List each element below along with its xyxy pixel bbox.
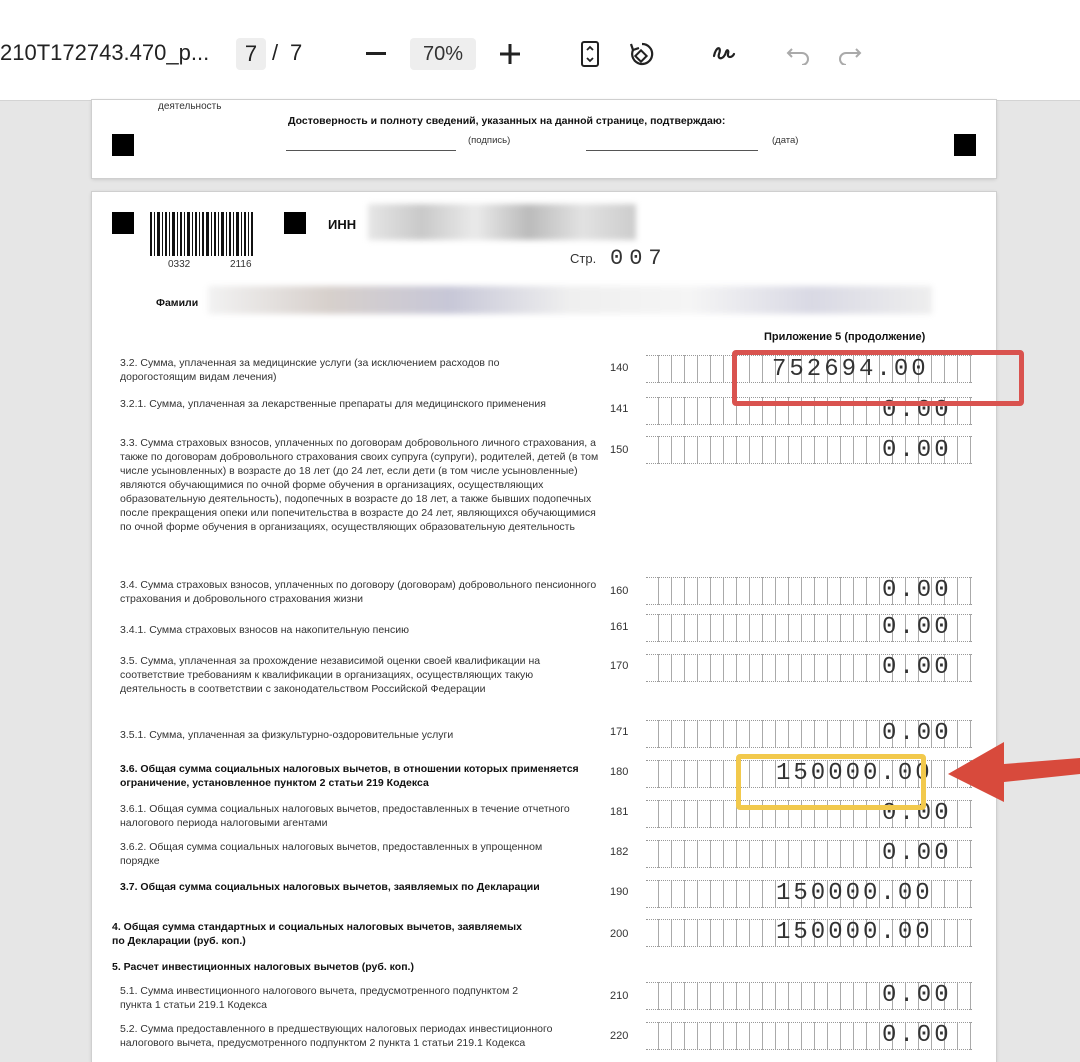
redo-button[interactable] [832,36,868,72]
row-label: 3.4. Сумма страховых взносов, уплаченных… [120,579,597,605]
red-arrow-icon [948,742,1080,802]
zoom-level[interactable]: 70% [410,38,476,70]
red-highlight-box [732,350,1024,406]
row-label: 3.4.1. Сумма страховых взносов на накопи… [120,624,409,636]
row-value: 0.00 [882,982,952,1009]
row-code: 182 [610,846,629,858]
row-code: 170 [610,660,629,672]
barcode-code-1: 0332 [168,259,191,270]
signature-line [286,150,456,151]
section-heading: 5. Расчет инвестиционных налоговых вычет… [112,961,414,973]
row-value: 0.00 [882,720,952,747]
date-line [586,150,758,151]
row-label: 3.6. Общая сумма социальных налоговых вы… [120,763,579,789]
page-number-input[interactable]: 7 [236,38,266,70]
date-label: (дата) [772,135,799,146]
redo-icon [839,48,862,65]
undo-button[interactable] [780,36,816,72]
signature-label: (подпись) [468,135,511,146]
row-label: 3.3. Сумма страховых взносов, уплаченных… [120,437,599,533]
row-code: 180 [610,766,629,778]
row-value: 150000.00 [776,919,933,946]
rotate-icon [629,42,654,66]
pdf-page: 0332 2116 ИНН Стр. 007 Фамили Приложение… [92,192,996,1062]
row-value: 0.00 [882,1022,952,1049]
barcode-icon [150,212,253,256]
barcode-code-2: 2116 [230,259,252,270]
zoom-out-icon [366,52,386,55]
row-code: 190 [610,886,629,898]
row-label: 3.5.1. Сумма, уплаченная за физкультурно… [120,729,454,741]
row-value: 0.00 [882,840,952,867]
row-code: 181 [610,806,629,818]
document-filename: 210T172743.470_p... [0,40,210,65]
row-code: 200 [610,928,629,940]
surname-label: Фамили [156,297,199,309]
row-code: 171 [610,726,629,738]
row-label: 4. Общая сумма стандартных и социальных … [112,921,522,947]
yellow-highlight-box [736,754,926,810]
row-value: 0.00 [882,654,952,681]
row-code: 140 [610,362,629,374]
marker-square [954,134,976,156]
row-label: 3.6.1. Общая сумма социальных налоговых … [120,803,570,829]
rotate-button[interactable] [624,36,660,72]
fit-page-button[interactable] [572,36,608,72]
row-value: 0.00 [882,437,952,464]
row-code: 161 [610,621,629,633]
zoom-out-button[interactable] [358,36,394,72]
draw-icon [712,47,736,60]
row-code: 160 [610,585,629,597]
row-label: 3.2.1. Сумма, уплаченная за лекарственны… [120,398,546,410]
previous-page: деятельность Достоверность и полноту све… [92,100,996,178]
row-label: 3.7. Общая сумма социальных налоговых вы… [120,881,540,893]
redacted-inn [368,204,636,240]
row-label: 5.2. Сумма предоставленного в предшеству… [120,1023,553,1049]
confirm-text: Достоверность и полноту сведений, указан… [288,115,726,127]
row-label: 3.5. Сумма, уплаченная за прохождение не… [120,655,541,695]
redacted-surname [208,286,932,314]
row-code: 210 [610,990,629,1002]
inn-label: ИНН [328,217,357,232]
row-value: 0.00 [882,577,952,604]
draw-button[interactable] [706,36,742,72]
marker-square [112,134,134,156]
undo-icon [786,48,809,65]
appendix-title: Приложение 5 (продолжение) [764,331,926,343]
zoom-in-icon [500,44,520,64]
row-code: 141 [610,403,629,415]
row-label: 3.2. Сумма, уплаченная за медицинские ус… [120,357,500,383]
page-separator: / [272,40,279,65]
marker-square [284,212,306,234]
row-label: 3.6.2. Общая сумма социальных налоговых … [120,841,543,867]
fit-page-icon [581,41,599,67]
zoom-in-button[interactable] [492,36,528,72]
row-code: 220 [610,1030,629,1042]
marker-square [112,212,134,234]
row-value: 150000.00 [776,880,933,907]
row-code: 150 [610,444,629,456]
page-number-value: 007 [610,246,668,271]
row-value: 0.00 [882,614,952,641]
row-label: 5.1. Сумма инвестиционного налогового вы… [120,985,519,1011]
pdf-toolbar: 210T172743.470_p... 7 / 7 70% [0,0,1080,101]
page-label: Стр. [570,251,597,266]
page-total: 7 [290,40,303,65]
activity-text: деятельность [158,101,222,112]
